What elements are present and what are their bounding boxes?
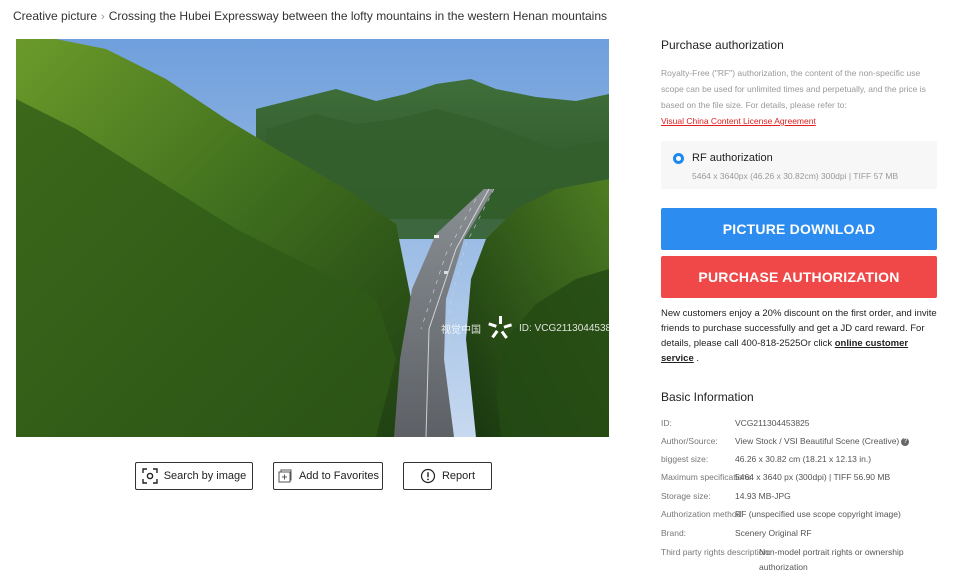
author-source-value: View Stock / VSI Beautiful Scene (Creati… (735, 436, 900, 446)
watermark-id-text: ID: VCG211304453825 (519, 322, 609, 334)
main-photo[interactable]: 视觉中国 ID: VCG211304453825 (16, 39, 609, 437)
info-value: Non-model portrait rights or ownership a… (759, 547, 904, 572)
rf-spec-text: 5464 x 3640px (46.26 x 30.82cm) 300dpi |… (692, 171, 899, 181)
info-value: View Stock / VSI Beautiful Scene (Creati… (735, 434, 937, 449)
search-by-image-label: Search by image (163, 470, 247, 482)
info-value: RF (unspecified use scope copyright imag… (735, 509, 901, 519)
picture-download-button[interactable]: PICTURE DOWNLOAD (661, 208, 937, 250)
info-value: 14.93 MB-JPG (735, 491, 791, 501)
promo-end: . (696, 353, 700, 364)
rf-authorization-option[interactable]: RF authorization 5464 x 3640px (46.26 x … (661, 141, 937, 189)
info-key: Brand: (661, 528, 687, 538)
report-label: Report (441, 470, 476, 482)
breadcrumb-current: Crossing the Hubei Expressway between th… (108, 9, 607, 23)
camera-scan-icon (142, 468, 158, 484)
favorites-add-icon (278, 469, 292, 483)
search-by-image-button[interactable]: Search by image (135, 462, 253, 490)
license-agreement-link[interactable]: Visual China Content License Agreement (661, 116, 816, 126)
watermark-brand-text: 视觉中国 (441, 324, 481, 336)
promo-text: New customers enjoy a 20% discount on th… (661, 306, 941, 366)
rf-authorization-label: RF authorization (692, 152, 773, 164)
breadcrumb-separator: › (101, 11, 105, 23)
watermark-logo-icon (488, 316, 513, 339)
license-description-text: Royalty-Free ("RF") authorization, the c… (661, 68, 926, 110)
info-key: biggest size: (661, 454, 709, 464)
help-icon[interactable]: ? (901, 437, 910, 446)
info-value: 5464 x 3640 px (300dpi) | TIFF 56.90 MB (735, 472, 891, 482)
add-to-favorites-button[interactable]: Add to Favorites (273, 462, 383, 490)
info-key: Author/Source: (661, 436, 718, 446)
rf-radio-button[interactable] (673, 153, 684, 164)
info-value: 46.26 x 30.82 cm (18.21 x 12.13 in.) (735, 454, 872, 464)
info-value: VCG211304453825 (735, 418, 810, 428)
info-key: Storage size: (661, 491, 711, 501)
warning-circle-icon (420, 468, 436, 484)
report-button[interactable]: Report (403, 462, 492, 490)
info-key: Authorization method: (661, 509, 744, 519)
purchase-authorization-title: Purchase authorization (661, 38, 784, 52)
breadcrumb-root-link[interactable]: Creative picture (13, 9, 97, 23)
photo-watermark: 视觉中国 ID: VCG211304453825 (441, 315, 609, 341)
purchase-authorization-button[interactable]: PURCHASE AUTHORIZATION (661, 256, 937, 298)
info-value: Scenery Original RF (735, 528, 812, 538)
info-key: Third party rights description: (661, 547, 771, 557)
add-to-favorites-label: Add to Favorites (298, 470, 380, 482)
breadcrumb: Creative picture › Crossing the Hubei Expr… (13, 9, 607, 23)
basic-information-title: Basic Information (661, 390, 754, 404)
photo-illustration (16, 39, 609, 437)
license-description: Royalty-Free ("RF") authorization, the c… (661, 65, 937, 129)
info-key: ID: (661, 418, 672, 428)
